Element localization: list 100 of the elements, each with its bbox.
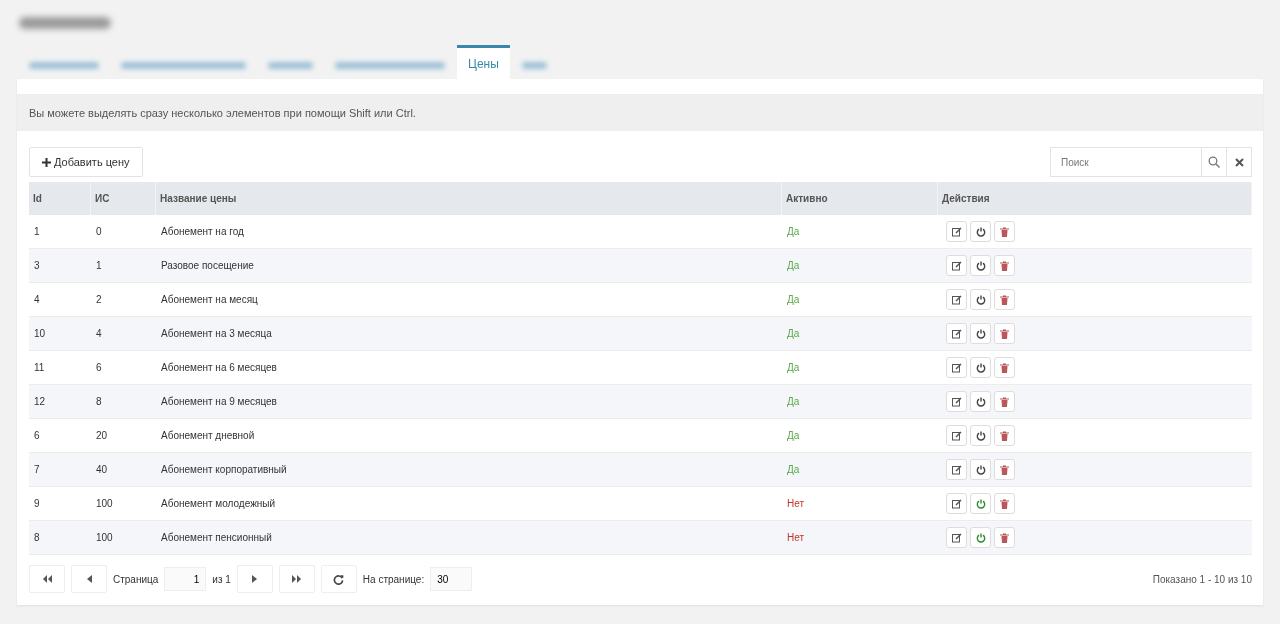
power-button[interactable] <box>970 255 991 276</box>
status-text: Да <box>786 225 801 239</box>
table-cell-text: 10 <box>33 327 47 341</box>
delete-button[interactable] <box>994 357 1015 378</box>
refresh-icon <box>333 573 345 585</box>
edit-icon <box>951 498 962 509</box>
plus-icon <box>42 157 51 167</box>
power-button[interactable] <box>970 289 991 310</box>
trash-icon <box>1000 464 1009 475</box>
power-button[interactable] <box>970 493 991 514</box>
search-icon[interactable] <box>1202 147 1227 177</box>
status-text: Да <box>786 395 801 409</box>
delete-button[interactable] <box>994 323 1015 344</box>
power-icon <box>975 362 986 373</box>
delete-button[interactable] <box>994 425 1015 446</box>
first-page-button[interactable] <box>29 565 65 593</box>
power-button[interactable] <box>970 391 991 412</box>
delete-button[interactable] <box>994 391 1015 412</box>
power-button[interactable] <box>970 459 991 480</box>
table-cell-text: 1 <box>33 225 41 239</box>
trash-icon <box>1000 396 1009 407</box>
per-page-field[interactable]: 30 <box>430 567 473 591</box>
edit-icon <box>951 260 962 271</box>
power-icon <box>975 430 986 441</box>
page-field[interactable]: 1 <box>164 567 207 591</box>
add-button[interactable]: Добавить цену <box>29 147 143 177</box>
table-cell-text: 20 <box>95 429 109 443</box>
status-text: Да <box>786 259 801 273</box>
trash-icon <box>1000 294 1009 305</box>
page-count: из 1 <box>212 573 231 585</box>
edit-button[interactable] <box>946 289 967 310</box>
table-cell-text: 40 <box>95 463 109 477</box>
table-cell-text: 6 <box>95 361 103 375</box>
table-cell-text: 9 <box>33 497 41 511</box>
table-cell-text: Абонемент дневной <box>160 429 256 443</box>
table-cell-text: Абонемент на 3 месяца <box>160 327 273 341</box>
edit-button[interactable] <box>946 527 967 548</box>
column-header: Id <box>29 182 91 215</box>
table-cell-text: 8 <box>95 395 103 409</box>
table-cell-text: 4 <box>33 293 41 307</box>
edit-button[interactable] <box>946 221 967 242</box>
tab[interactable]: Цены <box>457 45 510 79</box>
delete-button[interactable] <box>994 527 1015 548</box>
edit-icon <box>951 396 962 407</box>
trash-icon <box>1000 498 1009 509</box>
last-page-button[interactable] <box>278 565 315 593</box>
power-button[interactable] <box>970 221 991 242</box>
power-button[interactable] <box>970 425 991 446</box>
table-cell-text: 4 <box>95 327 103 341</box>
trash-icon <box>1000 328 1009 339</box>
power-button[interactable] <box>970 357 991 378</box>
edit-icon <box>951 362 962 373</box>
edit-icon <box>951 532 962 543</box>
table-cell-text: 7 <box>33 463 41 477</box>
delete-button[interactable] <box>994 221 1015 242</box>
power-icon <box>975 328 986 339</box>
per-page-label: На странице: <box>362 573 425 585</box>
status-text: Да <box>786 361 801 375</box>
table-cell-text: 6 <box>33 429 41 443</box>
edit-button[interactable] <box>946 323 967 344</box>
power-icon <box>975 226 986 237</box>
edit-button[interactable] <box>946 391 967 412</box>
edit-icon <box>951 464 962 475</box>
close-icon[interactable] <box>1227 147 1252 177</box>
status-text: Нет <box>786 531 806 545</box>
search-field[interactable]: Поиск <box>1050 147 1202 177</box>
power-icon <box>975 498 986 509</box>
power-icon <box>975 294 986 305</box>
table-cell-text: 100 <box>95 497 114 511</box>
table-cell-text: 1 <box>95 259 103 273</box>
table-cell-text: 100 <box>95 531 114 545</box>
edit-button[interactable] <box>946 357 967 378</box>
status-text: Да <box>786 293 801 307</box>
table-cell-text: 2 <box>95 293 103 307</box>
delete-button[interactable] <box>994 459 1015 480</box>
table-cell-text: Абонемент на год <box>160 225 245 239</box>
double-left-icon <box>42 575 52 583</box>
table-cell-text: 12 <box>33 395 47 409</box>
delete-button[interactable] <box>994 289 1015 310</box>
power-icon <box>975 464 986 475</box>
power-icon <box>975 532 986 543</box>
refresh-button[interactable] <box>320 565 357 593</box>
trash-icon <box>1000 226 1009 237</box>
edit-button[interactable] <box>946 493 967 514</box>
delete-button[interactable] <box>994 493 1015 514</box>
power-button[interactable] <box>970 323 991 344</box>
edit-button[interactable] <box>946 255 967 276</box>
page-label: Страница <box>113 573 159 585</box>
table-cell-text: 8 <box>33 531 41 545</box>
table-cell-text: Абонемент молодежный <box>160 497 277 511</box>
column-header: Действия <box>938 182 1252 215</box>
status-text: Да <box>786 429 801 443</box>
delete-button[interactable] <box>994 255 1015 276</box>
trash-icon <box>1000 430 1009 441</box>
column-header: ИС <box>91 182 156 215</box>
power-icon <box>975 260 986 271</box>
power-button[interactable] <box>970 527 991 548</box>
status-text: Да <box>786 327 801 341</box>
edit-button[interactable] <box>946 425 967 446</box>
edit-button[interactable] <box>946 459 967 480</box>
